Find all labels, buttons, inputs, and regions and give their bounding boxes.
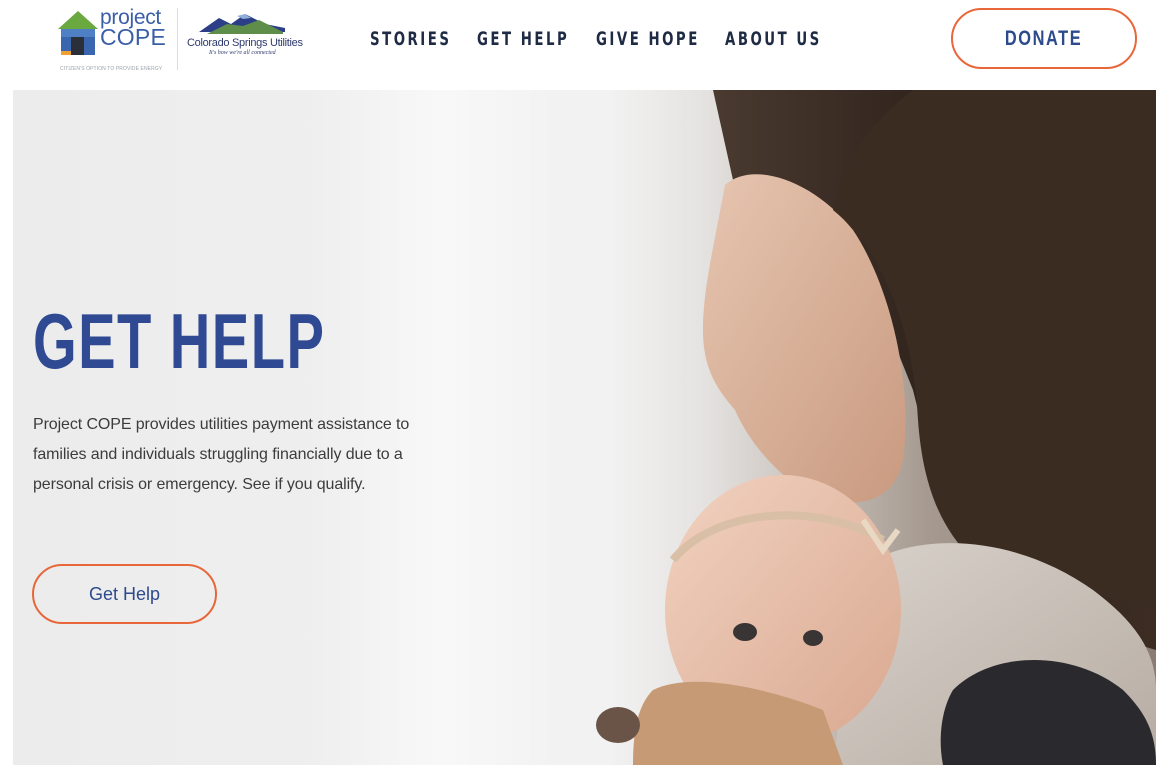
get-help-button-label: Get Help [88,583,161,604]
partner-name: Colorado Springs Utilities [187,37,303,49]
logo-word-cope: COPE [100,24,166,50]
donate-button[interactable]: DONATE [951,8,1137,69]
logo-tagline: CITIZEN'S OPTION TO PROVIDE ENERGY [60,66,163,72]
house-icon [58,11,98,55]
nav-item-about-us[interactable]: ABOUT US [725,24,819,54]
nav-item-stories[interactable]: STORIES [370,24,449,54]
nav-item-get-help[interactable]: GET HELP [477,24,567,54]
partner-tagline: It's how we're all connected [209,50,276,56]
colorado-springs-utilities-logo[interactable]: Colorado Springs Utilities It's how we'r… [185,10,310,70]
donate-button-label: DONATE [1005,26,1083,50]
logo-divider [177,8,178,70]
main-nav: STORIES GET HELP GIVE HOPE ABOUT US [370,24,844,54]
project-cope-logo[interactable]: project COPE CITIZEN'S OPTION TO PROVIDE… [58,5,176,75]
mountains-icon [199,14,285,34]
hero-description: Project COPE provides utilities payment … [33,416,410,493]
page-title: GET HELP [33,297,326,385]
hero-section: GET HELP Project COPE provides utilities… [13,90,1156,765]
nav-item-give-hope[interactable]: GIVE HOPE [596,24,697,54]
get-help-button[interactable]: Get Help [32,564,217,624]
site-header: project COPE CITIZEN'S OPTION TO PROVIDE… [0,0,1156,90]
